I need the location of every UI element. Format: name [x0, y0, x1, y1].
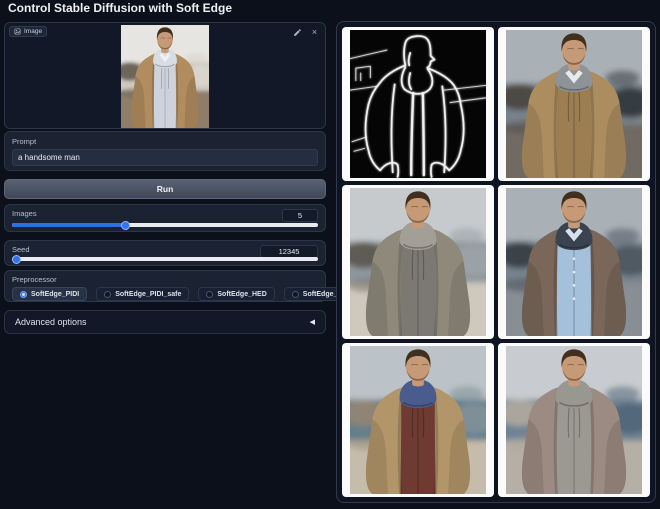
- preprocessor-options: SoftEdge_PIDI SoftEdge_PIDI_safe SoftEdge_…: [12, 287, 318, 301]
- edit-image-button[interactable]: [292, 27, 303, 38]
- image-label: Image: [24, 28, 42, 35]
- radio-icon: [104, 291, 111, 298]
- preprocessor-block: Preprocessor SoftEdge_PIDI SoftEdge_PIDI_…: [4, 270, 326, 302]
- images-slider-fill: [12, 223, 125, 227]
- clear-image-button[interactable]: ×: [309, 27, 320, 38]
- gallery-item-photo-3[interactable]: [498, 185, 650, 339]
- image-icon: [14, 28, 21, 35]
- images-value-input[interactable]: 5: [282, 209, 318, 222]
- run-button[interactable]: Run: [4, 179, 326, 199]
- prompt-block: Prompt a handsome man: [4, 131, 326, 171]
- radio-icon: [20, 291, 27, 298]
- output-gallery: [336, 21, 656, 503]
- gallery-item-photo-2[interactable]: [342, 185, 494, 339]
- prompt-input[interactable]: a handsome man: [12, 149, 318, 166]
- images-slider-block: Images 5: [4, 204, 326, 232]
- radio-icon: [206, 291, 213, 298]
- gallery-item-photo-5[interactable]: [498, 343, 650, 497]
- images-slider[interactable]: [12, 223, 318, 227]
- preprocessor-option-SoftEdge_PIDI_safe[interactable]: SoftEdge_PIDI_safe: [96, 287, 189, 301]
- gallery-item-edge-map[interactable]: [342, 27, 494, 181]
- accordion-collapse-icon: ◀: [310, 318, 315, 326]
- pencil-icon: [293, 28, 302, 37]
- output-gallery-grid: [342, 27, 650, 497]
- image-actions: ×: [292, 27, 320, 38]
- seed-slider[interactable]: [12, 257, 318, 261]
- radio-icon: [292, 291, 299, 298]
- input-image-block: Image ×: [4, 22, 326, 129]
- preprocessor-option-SoftEdge_HED[interactable]: SoftEdge_HED: [198, 287, 274, 301]
- seed-slider-handle[interactable]: [12, 255, 21, 264]
- gallery-item-photo-4[interactable]: [342, 343, 494, 497]
- advanced-options-label: Advanced options: [15, 317, 87, 327]
- preprocessor-option-label: SoftEdge_PIDI: [31, 291, 79, 298]
- advanced-options-accordion[interactable]: Advanced options ◀: [4, 310, 326, 334]
- seed-slider-block: Seed 12345: [4, 240, 326, 266]
- close-icon: ×: [312, 28, 317, 37]
- page-title: Control Stable Diffusion with Soft Edge: [8, 1, 232, 15]
- images-slider-handle[interactable]: [121, 221, 130, 230]
- images-label: Images: [12, 209, 37, 218]
- input-image[interactable]: [121, 25, 209, 128]
- preprocessor-option-label: SoftEdge_HED: [217, 291, 266, 298]
- preprocessor-option-label: SoftEdge_PIDI_safe: [115, 291, 181, 298]
- seed-label: Seed: [12, 245, 30, 254]
- preprocessor-label: Preprocessor: [12, 275, 318, 284]
- preprocessor-option-SoftEdge_PIDI[interactable]: SoftEdge_PIDI: [12, 287, 87, 301]
- prompt-label: Prompt: [12, 137, 318, 146]
- image-label-badge: Image: [9, 26, 47, 37]
- gallery-item-photo-1[interactable]: [498, 27, 650, 181]
